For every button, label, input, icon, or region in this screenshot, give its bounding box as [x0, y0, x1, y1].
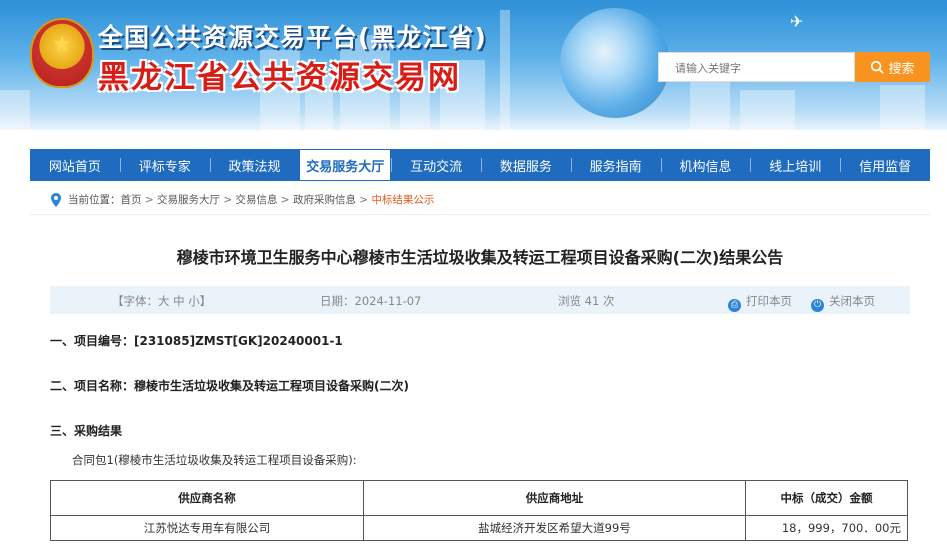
- power-icon: ⏻: [811, 299, 824, 312]
- page-title: 穆棱市环境卫生服务中心穆棱市生活垃圾收集及转运工程项目设备采购(二次)结果公告: [176, 248, 784, 267]
- building-shape: [880, 85, 925, 130]
- globe-graphic: [560, 8, 670, 118]
- site-header: ✈ ★ 全国公共资源交易平台(黑龙江省) 黑龙江省公共资源交易网 搜索: [0, 0, 947, 130]
- search-button[interactable]: 搜索: [855, 52, 930, 82]
- breadcrumb-separator: >: [277, 193, 293, 206]
- nav-item-trading-hall[interactable]: 交易服务大厅: [299, 149, 392, 181]
- nav-item-credit[interactable]: 信用监督: [840, 149, 930, 181]
- breadcrumb-separator: >: [355, 193, 372, 206]
- tower-shape: [500, 10, 510, 130]
- nav-item-data-service[interactable]: 数据服务: [480, 149, 571, 181]
- print-label: 打印本页: [746, 294, 792, 308]
- search-button-label: 搜索: [888, 61, 915, 77]
- breadcrumb-item-trading-hall[interactable]: 交易服务大厅: [157, 192, 220, 207]
- section-project-number: 一、项目编号：[231085]ZMST[GK]20240001-1: [50, 334, 343, 348]
- contract-package-label: 合同包1(穆棱市生活垃圾收集及转运工程项目设备采购):: [72, 453, 357, 467]
- nav-item-home[interactable]: 网站首页: [30, 149, 120, 181]
- article-info-bar: 【字体：大 中 小】 日期：2024-11-07 浏览 41 次 ⎙ 打印本页 ⏻…: [50, 286, 910, 314]
- supplier-name: 江苏悦达专用车有限公司: [50, 515, 364, 541]
- building-shape: [690, 82, 730, 130]
- close-button[interactable]: ⏻ 关闭本页: [811, 293, 875, 312]
- section-procurement-result: 三、采购结果: [50, 424, 123, 438]
- nav-item-interaction[interactable]: 互动交流: [391, 149, 481, 181]
- column-header: 供应商名称: [50, 480, 364, 516]
- search-field[interactable]: [658, 52, 857, 83]
- view-count: 浏览 41 次: [558, 294, 615, 308]
- nav-item-experts[interactable]: 评标专家: [119, 149, 210, 181]
- building-shape: [740, 90, 795, 130]
- print-icon: ⎙: [728, 299, 741, 312]
- close-label: 关闭本页: [829, 294, 875, 308]
- breadcrumb-item-current[interactable]: 中标结果公示: [371, 192, 434, 207]
- breadcrumb-item-trading-info[interactable]: 交易信息: [235, 192, 277, 207]
- search-icon: [871, 60, 885, 74]
- supplier-address: 盐城经济开发区希望大道99号: [363, 515, 746, 541]
- divider: [30, 214, 930, 215]
- breadcrumb-separator: >: [219, 193, 236, 206]
- column-header: 供应商地址: [363, 480, 746, 516]
- breadcrumb: 当前位置： 首页 > 交易服务大厅 > 交易信息 > 政府采购信息 > 中标结果…: [50, 192, 434, 207]
- breadcrumb-item-home[interactable]: 首页: [121, 192, 142, 207]
- section-project-name: 二、项目名称：穆棱市生活垃圾收集及转运工程项目设备采购(二次): [50, 379, 409, 393]
- breadcrumb-label: 当前位置：: [68, 194, 121, 206]
- result-table: 供应商名称 供应商地址 中标（成交）金额 江苏悦达专用车有限公司 盐城经济开发区…: [50, 480, 908, 541]
- font-size-control[interactable]: 【字体：大 中 小】: [112, 293, 211, 309]
- building-shape: [0, 90, 30, 130]
- plane-icon: ✈: [790, 12, 804, 31]
- breadcrumb-item-gov-procurement[interactable]: 政府采购信息: [293, 192, 356, 207]
- nav-item-online-training[interactable]: 线上培训: [750, 149, 840, 181]
- breadcrumb-separator: >: [141, 193, 157, 206]
- award-amount: 18，999，700．00元: [745, 515, 908, 541]
- search-input[interactable]: [659, 53, 857, 83]
- location-pin-icon: [51, 192, 61, 207]
- nav-item-service-guide[interactable]: 服务指南: [570, 149, 661, 181]
- nav-item-institutions[interactable]: 机构信息: [660, 149, 751, 181]
- publish-date: 日期：2024-11-07: [320, 294, 422, 308]
- column-header: 中标（成交）金额: [745, 480, 908, 516]
- emblem-icon: ★: [30, 18, 94, 88]
- site-title: 黑龙江省公共资源交易网: [98, 60, 461, 96]
- print-button[interactable]: ⎙ 打印本页: [728, 293, 792, 312]
- main-nav: 网站首页 评标专家 政策法规 交易服务大厅 互动交流 数据服务 服务指南 机构信…: [30, 149, 930, 181]
- nav-item-policies[interactable]: 政策法规: [209, 149, 300, 181]
- table-header-row: 供应商名称 供应商地址 中标（成交）金额: [50, 480, 908, 516]
- table-row: 江苏悦达专用车有限公司 盐城经济开发区希望大道99号 18，999，700．00…: [50, 515, 908, 541]
- platform-title: 全国公共资源交易平台(黑龙江省): [98, 23, 487, 52]
